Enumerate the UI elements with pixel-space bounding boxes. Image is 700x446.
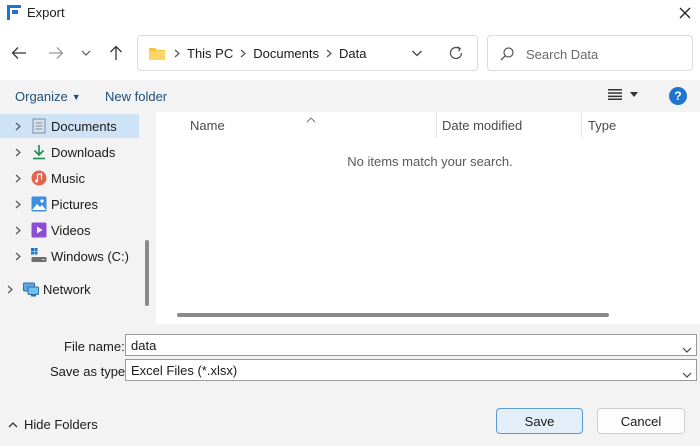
window-title: Export xyxy=(27,5,65,20)
list-view-icon xyxy=(608,89,622,100)
search-input[interactable] xyxy=(526,44,686,64)
chevron-right-icon[interactable] xyxy=(326,49,332,58)
help-button[interactable]: ? xyxy=(669,87,687,105)
breadcrumb-data[interactable]: Data xyxy=(339,46,366,61)
chevron-right-icon[interactable] xyxy=(12,252,24,261)
save-options-panel: File name: data Save as type: Excel File… xyxy=(0,324,700,446)
close-button[interactable] xyxy=(672,2,698,24)
command-bar: Organize ▼ New folder ? xyxy=(0,80,700,112)
title-bar: Export xyxy=(0,0,700,26)
caret-down-icon: ▼ xyxy=(71,92,81,102)
downloads-icon xyxy=(31,144,47,160)
hide-folders-button[interactable]: Hide Folders xyxy=(8,417,98,432)
chevron-up-icon xyxy=(8,421,18,427)
arrow-up-icon xyxy=(110,45,122,60)
column-header-name[interactable]: Name xyxy=(190,118,225,133)
back-button[interactable] xyxy=(8,40,30,66)
network-icon xyxy=(23,281,39,297)
chevron-down-icon xyxy=(81,50,91,56)
file-name-label: File name: xyxy=(64,339,125,354)
music-icon xyxy=(31,170,47,186)
arrow-left-icon xyxy=(11,47,26,59)
pictures-icon xyxy=(31,196,47,212)
app-icon xyxy=(7,5,21,20)
forward-button[interactable] xyxy=(45,40,67,66)
chevron-right-icon[interactable] xyxy=(4,285,16,294)
save-as-type-value: Excel Files (*.xlsx) xyxy=(131,363,238,378)
chevron-right-icon[interactable] xyxy=(240,49,247,58)
close-icon xyxy=(679,7,691,19)
breadcrumb-this-pc[interactable]: This PC xyxy=(187,46,233,61)
file-name-value: data xyxy=(131,338,157,353)
chevron-right-icon[interactable] xyxy=(12,226,24,235)
breadcrumb-documents[interactable]: Documents xyxy=(253,46,319,61)
organize-label: Organize xyxy=(15,89,68,104)
chevron-right-icon xyxy=(174,49,180,58)
chevron-right-icon[interactable] xyxy=(12,148,24,157)
new-folder-button[interactable]: New folder xyxy=(105,89,167,104)
organize-button[interactable]: Organize ▼ xyxy=(15,89,81,104)
sidebar-item-label: Network xyxy=(43,281,91,297)
column-divider[interactable] xyxy=(436,112,437,138)
save-button[interactable]: Save xyxy=(496,408,583,434)
chevron-right-icon[interactable] xyxy=(12,200,24,209)
sidebar-item-label: Downloads xyxy=(51,144,116,160)
sidebar-item-downloads[interactable]: Downloads xyxy=(0,140,139,164)
address-bar[interactable]: This PC Documents Data xyxy=(137,35,478,71)
sidebar-item-network[interactable]: Network xyxy=(0,277,139,301)
file-list: Name Date modified Type No items match y… xyxy=(160,112,700,324)
sort-ascending-icon xyxy=(306,111,316,126)
chevron-down-icon xyxy=(412,50,422,57)
sidebar-item-documents[interactable]: Documents xyxy=(0,114,139,138)
drive-icon xyxy=(31,248,47,264)
cancel-button[interactable]: Cancel xyxy=(597,408,685,434)
file-name-field[interactable]: data xyxy=(125,334,697,356)
up-button[interactable] xyxy=(105,40,127,66)
breadcrumb: This PC Documents Data xyxy=(174,46,366,61)
arrow-right-icon xyxy=(49,47,64,59)
sidebar-item-windows-c[interactable]: Windows (C:) xyxy=(0,244,139,268)
column-header-type[interactable]: Type xyxy=(588,118,616,133)
address-dropdown-button[interactable] xyxy=(411,47,423,62)
hide-folders-label: Hide Folders xyxy=(24,417,98,432)
sidebar-item-label: Windows (C:) xyxy=(51,248,130,264)
sidebar-item-label: Videos xyxy=(51,222,91,238)
chevron-right-icon[interactable] xyxy=(12,122,24,131)
sidebar-scrollbar[interactable] xyxy=(145,240,149,306)
refresh-icon xyxy=(449,46,463,60)
caret-down-icon xyxy=(630,91,638,97)
sidebar-item-music[interactable]: Music xyxy=(0,166,139,190)
sidebar-item-label: Music xyxy=(51,170,85,186)
chevron-down-icon[interactable] xyxy=(682,366,692,381)
sidebar-item-pictures[interactable]: Pictures xyxy=(0,192,139,216)
chevron-right-icon[interactable] xyxy=(12,174,24,183)
horizontal-scrollbar[interactable] xyxy=(177,313,609,317)
sidebar-item-label: Documents xyxy=(51,118,117,134)
search-icon xyxy=(500,47,514,64)
empty-message: No items match your search. xyxy=(347,154,513,169)
navigation-pane: Documents Downloads Music Pictures Video… xyxy=(0,112,156,324)
documents-icon xyxy=(31,118,47,134)
folder-icon xyxy=(148,46,166,64)
chevron-down-icon[interactable] xyxy=(682,341,692,356)
search-box[interactable] xyxy=(487,35,693,71)
sidebar-item-label: Pictures xyxy=(51,196,98,212)
refresh-button[interactable] xyxy=(448,45,464,64)
column-header-date-modified[interactable]: Date modified xyxy=(442,118,522,133)
save-as-type-label: Save as type: xyxy=(50,364,129,379)
sidebar-item-videos[interactable]: Videos xyxy=(0,218,139,242)
videos-icon xyxy=(31,222,47,238)
view-options-button[interactable] xyxy=(608,88,638,100)
save-as-type-select[interactable]: Excel Files (*.xlsx) xyxy=(125,359,697,381)
column-divider[interactable] xyxy=(581,112,582,138)
recent-locations-button[interactable] xyxy=(76,40,96,66)
